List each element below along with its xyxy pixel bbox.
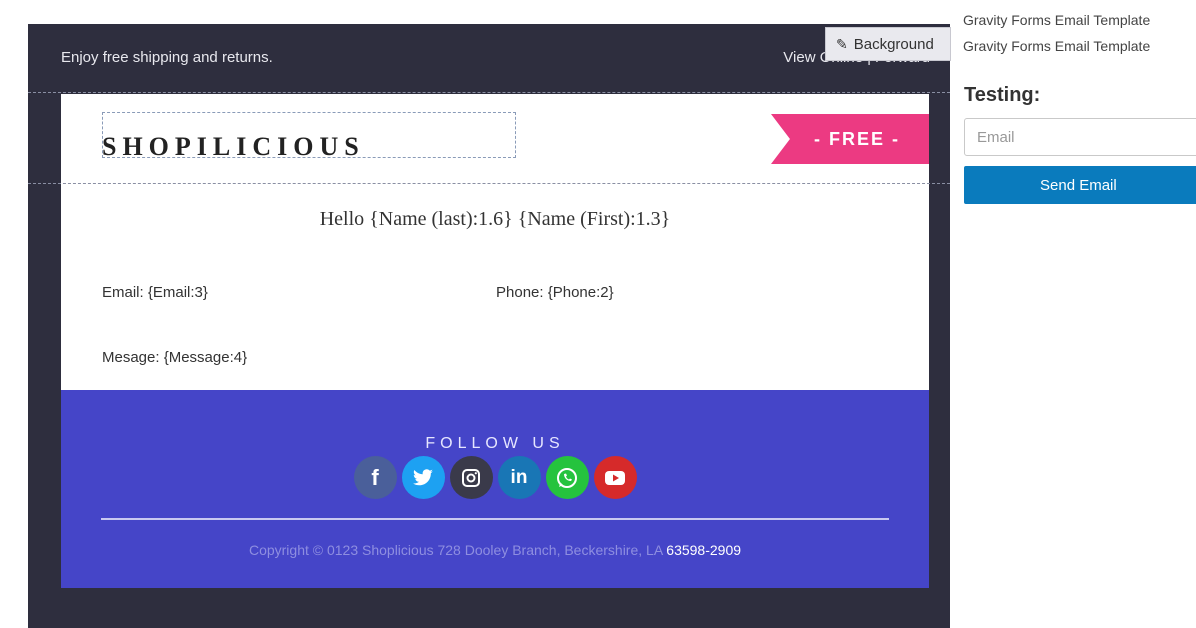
whatsapp-icon[interactable] (545, 456, 589, 499)
email-canvas[interactable]: Enjoy free shipping and returns. View On… (28, 24, 950, 628)
testing-heading: Testing: (964, 84, 1041, 106)
instagram-icon[interactable] (449, 456, 493, 499)
section-divider (28, 92, 950, 93)
twitter-icon[interactable] (401, 456, 445, 499)
template-list-item[interactable]: Gravity Forms Email Template (963, 38, 1150, 54)
social-icons: f in (61, 456, 929, 499)
copyright-address: Copyright © 0123 Shoplicious 728 Dooley … (248, 542, 667, 558)
email-header[interactable]: SHOPILICIOUS - FREE - (61, 94, 929, 184)
facebook-icon[interactable]: f (353, 456, 397, 499)
copyright-phone: 63598-2909 (666, 542, 742, 558)
phone-merge-field: Phone: {Phone:2} (496, 284, 614, 301)
copyright-text: Copyright © 0123 Shoplicious 728 Dooley … (61, 542, 929, 558)
greeting-text: Hello {Name (last):1.6} {Name (First):1.… (319, 208, 671, 230)
free-ribbon: - FREE - (771, 114, 929, 164)
email-footer[interactable]: FOLLOW US f in Copyright © 0123 Shoplici… (61, 390, 929, 588)
linkedin-icon[interactable]: in (497, 456, 541, 499)
test-email-input[interactable] (964, 118, 1196, 156)
email-merge-field: Email: {Email:3} (102, 284, 208, 301)
youtube-icon[interactable] (593, 456, 637, 499)
top-bar-text: Enjoy free shipping and returns. (61, 49, 273, 66)
template-list-item[interactable]: Gravity Forms Email Template (963, 12, 1150, 28)
background-label: Background (853, 35, 934, 53)
footer-divider (101, 518, 889, 520)
email-body[interactable]: Hello {Name (last):1.6} {Name (First):1.… (61, 184, 929, 390)
follow-us-label: FOLLOW US (425, 435, 565, 452)
message-merge-field: Mesage: {Message:4} (102, 349, 248, 366)
background-edit-button[interactable]: ✎ Background (825, 27, 951, 61)
send-email-button[interactable]: Send Email (964, 166, 1196, 204)
pencil-icon: ✎ (836, 35, 848, 52)
logo-text: SHOPILICIOUS (102, 132, 365, 161)
